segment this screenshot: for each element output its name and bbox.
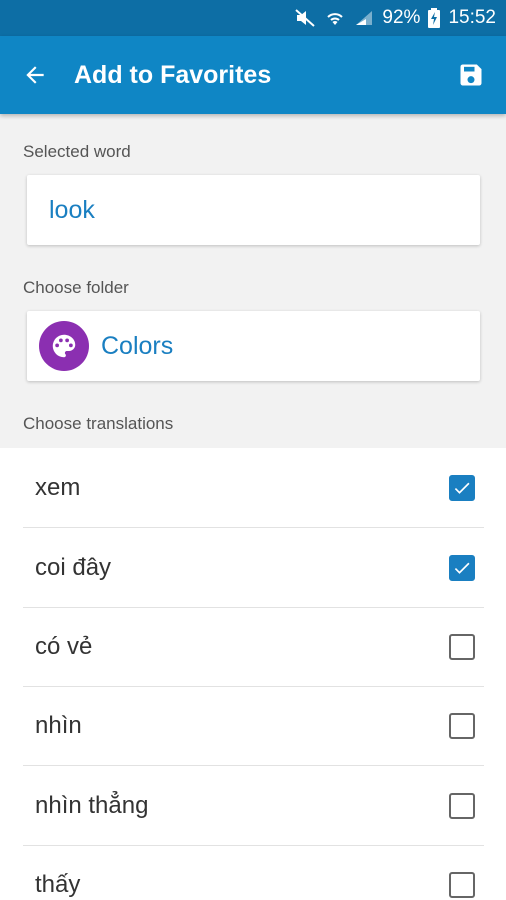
translation-row[interactable]: coi đây xyxy=(0,528,506,608)
translation-row[interactable]: xem xyxy=(0,448,506,528)
choose-folder-label: Choose folder xyxy=(23,278,129,297)
translation-checkbox[interactable] xyxy=(449,634,475,660)
status-bar: 92% 15:52 xyxy=(0,0,506,36)
selected-word-value: look xyxy=(49,195,95,224)
folder-name: Colors xyxy=(101,331,174,360)
folder-selector[interactable]: Colors xyxy=(27,311,480,381)
selected-word-field[interactable]: look xyxy=(27,175,480,245)
wifi-icon xyxy=(324,8,346,28)
selected-word-label: Selected word xyxy=(23,142,131,161)
translation-text: xem xyxy=(35,474,81,501)
translation-checkbox[interactable] xyxy=(449,872,475,898)
app-bar: Add to Favorites xyxy=(0,36,506,114)
battery-percent: 92% xyxy=(382,7,421,28)
translation-text: nhìn xyxy=(35,712,82,739)
signal-icon xyxy=(354,9,374,27)
mute-icon xyxy=(294,8,316,28)
translation-text: coi đây xyxy=(35,554,112,581)
check-icon xyxy=(454,482,470,494)
translation-checkbox[interactable] xyxy=(449,475,475,501)
translation-row[interactable]: nhìn xyxy=(0,686,506,766)
battery-charging-icon xyxy=(428,8,441,28)
translation-list: xem coi đây có vẻ nhìn nhìn thẳng thấy xyxy=(0,448,506,900)
translation-checkbox[interactable] xyxy=(449,713,475,739)
check-icon xyxy=(454,562,470,574)
status-time: 15:52 xyxy=(448,7,496,28)
translation-text: nhìn thẳng xyxy=(35,792,149,819)
palette-icon xyxy=(39,321,89,371)
translation-row[interactable]: thấy xyxy=(0,845,506,900)
translation-row[interactable]: có vẻ xyxy=(0,607,506,687)
back-button[interactable] xyxy=(0,36,70,114)
choose-translations-label: Choose translations xyxy=(23,414,174,433)
translation-checkbox[interactable] xyxy=(449,793,475,819)
translation-text: có vẻ xyxy=(35,633,93,660)
translation-checkbox[interactable] xyxy=(449,555,475,581)
translation-text: thấy xyxy=(35,871,81,898)
save-button[interactable] xyxy=(436,36,506,114)
save-icon xyxy=(460,64,482,86)
arrow-back-icon xyxy=(26,66,44,84)
page-title: Add to Favorites xyxy=(74,60,272,89)
translation-row[interactable]: nhìn thẳng xyxy=(0,766,506,846)
